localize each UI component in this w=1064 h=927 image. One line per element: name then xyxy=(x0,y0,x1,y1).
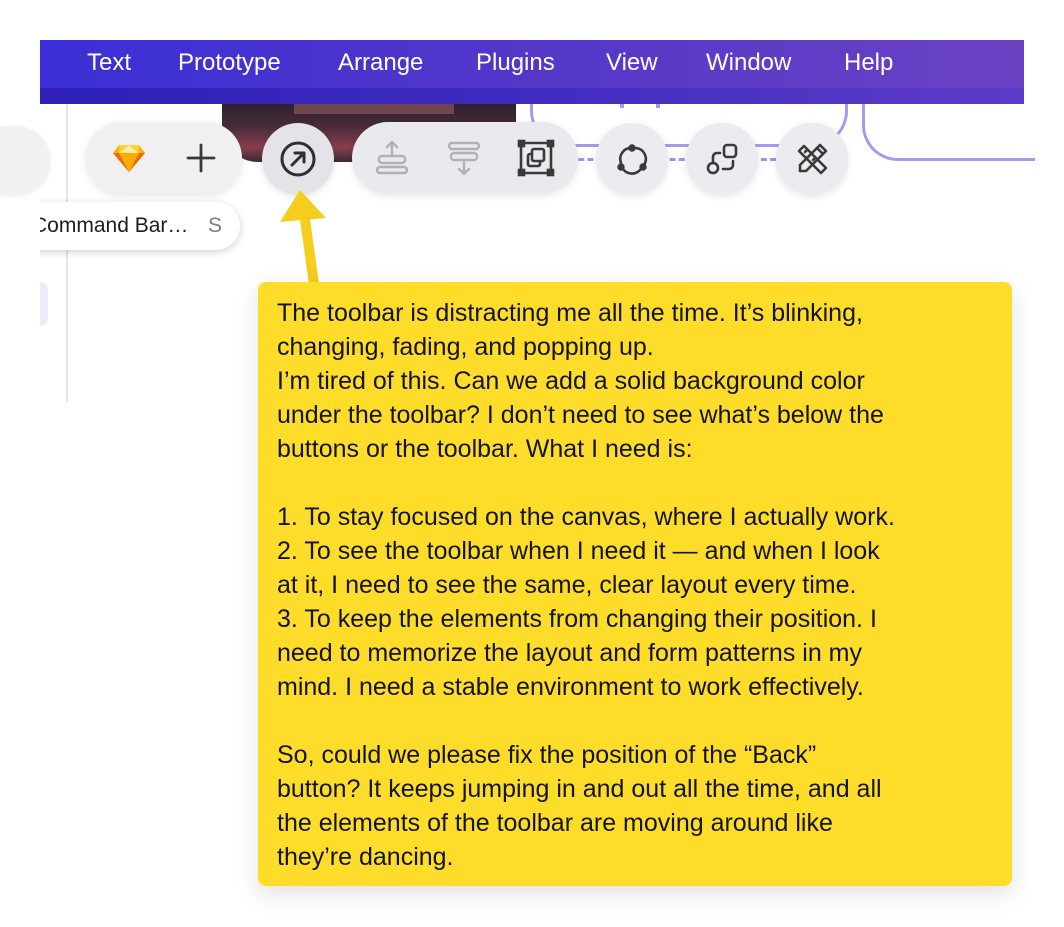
note-line: they’re dancing. xyxy=(277,843,454,871)
tooltip-shortcut: S xyxy=(208,214,223,237)
toolbar-strip xyxy=(40,88,1024,104)
menu-item-window[interactable]: Window xyxy=(706,49,791,77)
upload-align-icon[interactable] xyxy=(370,136,414,180)
sketch-diamond-icon[interactable] xyxy=(107,136,151,180)
components-icon xyxy=(700,137,744,181)
download-align-icon[interactable] xyxy=(442,136,486,180)
menu-item-help[interactable]: Help xyxy=(844,49,893,77)
canvas-frame-marker xyxy=(620,104,624,108)
canvas-image-highlight xyxy=(294,104,454,114)
menu-bar: r Text Prototype Arrange Plugins View Wi… xyxy=(40,40,1024,104)
canvas-frame-marker xyxy=(656,104,660,108)
ruler-pencil-icon xyxy=(790,137,834,181)
note-line: So, could we please fix the position of … xyxy=(277,741,817,769)
frame-icon[interactable] xyxy=(514,136,558,180)
note-line: 3. To keep the elements from changing th… xyxy=(277,605,877,633)
menu-item-arrange[interactable]: Arrange xyxy=(338,49,423,77)
note-line: 1. To stay focused on the canvas, where … xyxy=(277,503,895,531)
note-line: 2. To see the toolbar when I need it — a… xyxy=(277,537,880,565)
note-line: mind. I need a stable environment to wor… xyxy=(277,673,864,701)
note-line: changing, fading, and popping up. xyxy=(277,333,654,361)
note-line: The toolbar is distracting me all the ti… xyxy=(277,299,863,327)
annotation-arrow-icon xyxy=(280,190,326,289)
path-button[interactable] xyxy=(596,123,668,195)
canvas-frame-outline-right[interactable] xyxy=(862,104,1035,161)
left-panel-selected-item-edge[interactable] xyxy=(40,282,48,326)
components-button[interactable] xyxy=(686,123,758,195)
note-text: The toolbar is distracting me all the ti… xyxy=(277,296,1001,874)
feedback-note: The toolbar is distracting me all the ti… xyxy=(258,282,1012,886)
note-line: need to memorize the layout and form pat… xyxy=(277,639,863,667)
note-line: the elements of the toolbar are moving a… xyxy=(277,809,833,837)
note-line: I’m tired of this. Can we add a solid ba… xyxy=(277,367,865,395)
note-line: under the toolbar? I don’t need to see w… xyxy=(277,401,884,429)
menu-item-plugins[interactable]: Plugins xyxy=(476,49,555,77)
note-line: buttons or the toolbar. What I need is: xyxy=(277,435,693,463)
insert-toolbar-group xyxy=(86,122,242,194)
note-paragraph-gap xyxy=(277,704,1001,738)
note-paragraph-gap xyxy=(277,466,1001,500)
plus-icon[interactable] xyxy=(179,136,223,180)
menu-item-text[interactable]: Text xyxy=(87,49,131,77)
path-icon xyxy=(610,137,654,181)
note-line: button? It keeps jumping in and out all … xyxy=(277,775,882,803)
command-bar-tooltip: Command Bar… S xyxy=(40,202,240,250)
menu-item-prototype[interactable]: Prototype xyxy=(178,49,281,77)
left-toolbar-pill-edge[interactable] xyxy=(0,126,50,194)
tooltip-clip: Command Bar… S xyxy=(40,190,280,270)
arrow-up-right-circle-icon xyxy=(276,137,320,181)
ruler-pencil-button[interactable] xyxy=(776,123,848,195)
menu-item-view[interactable]: View xyxy=(606,49,658,77)
align-toolbar-group xyxy=(352,122,578,194)
note-line: at it, I need to see the same, clear lay… xyxy=(277,571,857,599)
tooltip-label: Command Bar… xyxy=(40,214,189,237)
